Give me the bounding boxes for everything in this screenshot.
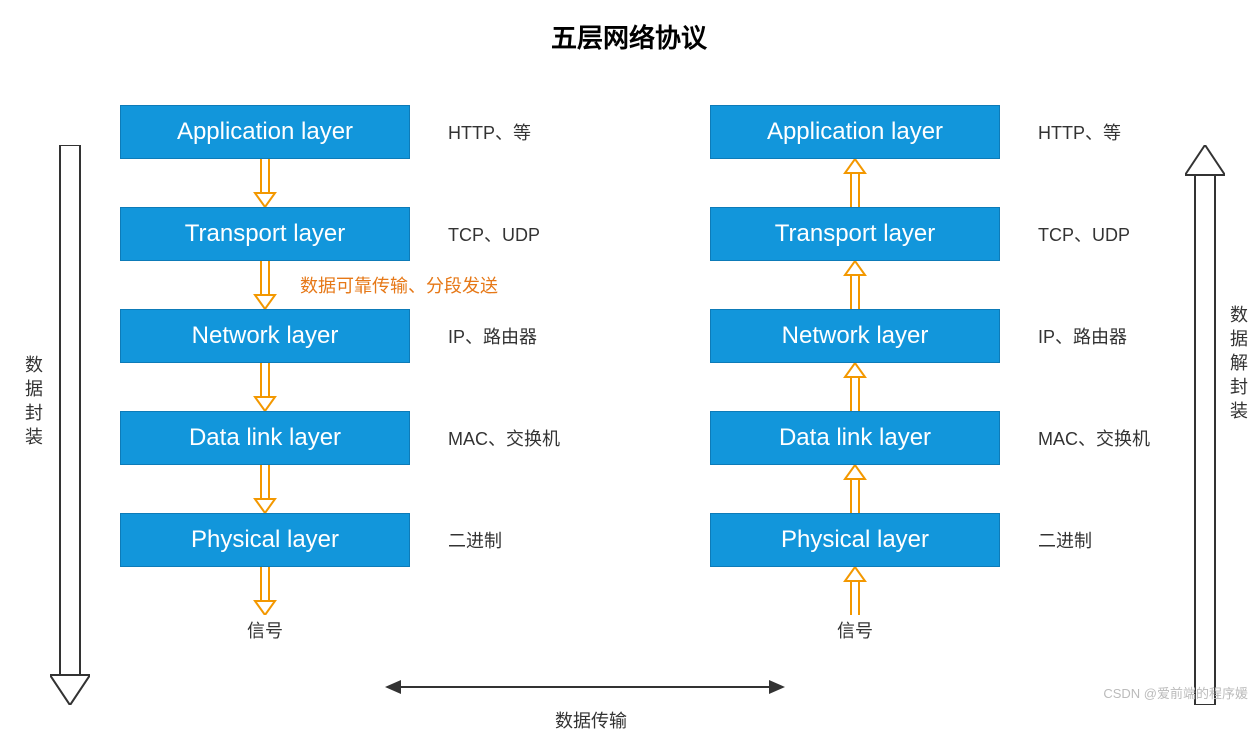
signal-label: 信号 — [120, 617, 410, 643]
arrow-down-icon — [253, 363, 277, 411]
layer-row: Network layer IP、路由器 — [710, 309, 1150, 363]
layer-note: HTTP、等 — [1038, 119, 1121, 145]
layer-note: IP、路由器 — [448, 323, 537, 349]
arrow-up-icon — [843, 261, 867, 309]
data-transfer-arrow-icon — [385, 675, 785, 699]
arrow-down-icon — [253, 567, 277, 615]
diagram-container: 数据封装 数据解封装 Application layer HTTP、等 Tran… — [0, 55, 1258, 695]
arrow-gap — [120, 363, 410, 411]
layer-note: 二进制 — [1038, 527, 1092, 553]
arrow-up-icon — [843, 363, 867, 411]
layer-row: Data link layer MAC、交换机 — [120, 411, 560, 465]
arrow-gap — [710, 261, 1000, 309]
arrow-gap — [710, 567, 1000, 615]
layer-row: Data link layer MAC、交换机 — [710, 411, 1150, 465]
diagram-title: 五层网络协议 — [0, 0, 1258, 55]
transport-annotation: 数据可靠传输、分段发送 — [300, 272, 498, 298]
layer-note: MAC、交换机 — [1038, 425, 1150, 451]
arrow-gap — [120, 159, 410, 207]
datalink-layer-box: Data link layer — [710, 411, 1000, 465]
layer-note: HTTP、等 — [448, 119, 531, 145]
application-layer-box: Application layer — [120, 105, 410, 159]
layer-row: Network layer IP、路由器 — [120, 309, 560, 363]
arrow-down-icon — [253, 159, 277, 207]
left-column: Application layer HTTP、等 Transport layer… — [120, 105, 560, 643]
encapsulation-label: 数据封装 — [20, 355, 46, 451]
network-layer-box: Network layer — [710, 309, 1000, 363]
arrow-gap — [710, 465, 1000, 513]
arrow-gap: 数据可靠传输、分段发送 — [120, 261, 410, 309]
arrow-up-icon — [843, 465, 867, 513]
right-column: Application layer HTTP、等 Transport layer… — [710, 105, 1150, 643]
decapsulation-arrow-up-icon — [1185, 145, 1225, 705]
arrow-down-icon — [253, 261, 277, 309]
arrow-gap — [710, 363, 1000, 411]
layer-note: MAC、交换机 — [448, 425, 560, 451]
arrow-down-icon — [253, 465, 277, 513]
network-layer-box: Network layer — [120, 309, 410, 363]
arrow-gap — [710, 159, 1000, 207]
application-layer-box: Application layer — [710, 105, 1000, 159]
layer-row: Physical layer 二进制 — [120, 513, 560, 567]
arrow-up-icon — [843, 567, 867, 615]
arrow-gap — [120, 567, 410, 615]
layer-row: Application layer HTTP、等 — [710, 105, 1150, 159]
data-transfer-label: 数据传输 — [555, 707, 627, 733]
physical-layer-box: Physical layer — [710, 513, 1000, 567]
arrow-up-icon — [843, 159, 867, 207]
layer-note: TCP、UDP — [1038, 221, 1130, 247]
layer-note: 二进制 — [448, 527, 502, 553]
watermark: CSDN @爱前端的程序媛 — [1103, 683, 1248, 702]
datalink-layer-box: Data link layer — [120, 411, 410, 465]
physical-layer-box: Physical layer — [120, 513, 410, 567]
decapsulation-label: 数据解封装 — [1225, 305, 1251, 425]
encapsulation-arrow-down-icon — [50, 145, 90, 705]
layer-row: Physical layer 二进制 — [710, 513, 1150, 567]
layer-row: Transport layer TCP、UDP — [120, 207, 560, 261]
layer-row: Transport layer TCP、UDP — [710, 207, 1150, 261]
signal-label: 信号 — [710, 617, 1000, 643]
transport-layer-box: Transport layer — [710, 207, 1000, 261]
transport-layer-box: Transport layer — [120, 207, 410, 261]
arrow-gap — [120, 465, 410, 513]
layer-note: TCP、UDP — [448, 221, 540, 247]
layer-note: IP、路由器 — [1038, 323, 1127, 349]
layer-row: Application layer HTTP、等 — [120, 105, 560, 159]
